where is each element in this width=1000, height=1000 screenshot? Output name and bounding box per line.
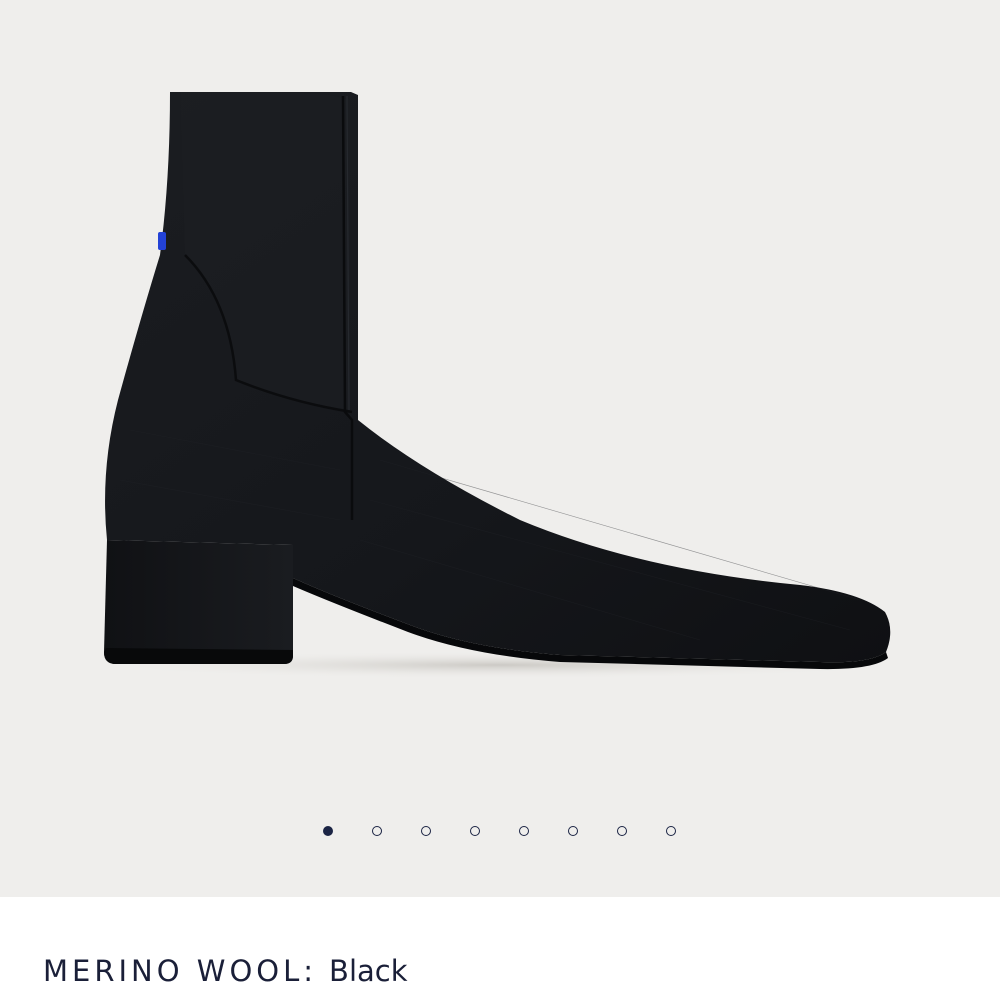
carousel-dot-7[interactable] xyxy=(617,826,627,836)
carousel-dots xyxy=(0,826,1000,842)
carousel-dot-5[interactable] xyxy=(519,826,529,836)
carousel-dot-3[interactable] xyxy=(421,826,431,836)
material-label: MERINO WOOL: xyxy=(43,954,318,988)
material-color-row: MERINO WOOL: Black xyxy=(43,954,408,994)
carousel-dot-4[interactable] xyxy=(470,826,480,836)
product-image-gallery[interactable] xyxy=(0,0,1000,897)
product-image-black-boot xyxy=(80,92,920,679)
blue-heel-tab xyxy=(158,232,166,250)
selected-color-value: Black xyxy=(329,954,408,988)
carousel-dot-8[interactable] xyxy=(666,826,676,836)
heel-cap xyxy=(104,648,293,664)
carousel-dot-2[interactable] xyxy=(372,826,382,836)
carousel-dot-1[interactable] xyxy=(323,826,333,836)
boot-heel xyxy=(104,540,293,664)
carousel-dot-6[interactable] xyxy=(568,826,578,836)
